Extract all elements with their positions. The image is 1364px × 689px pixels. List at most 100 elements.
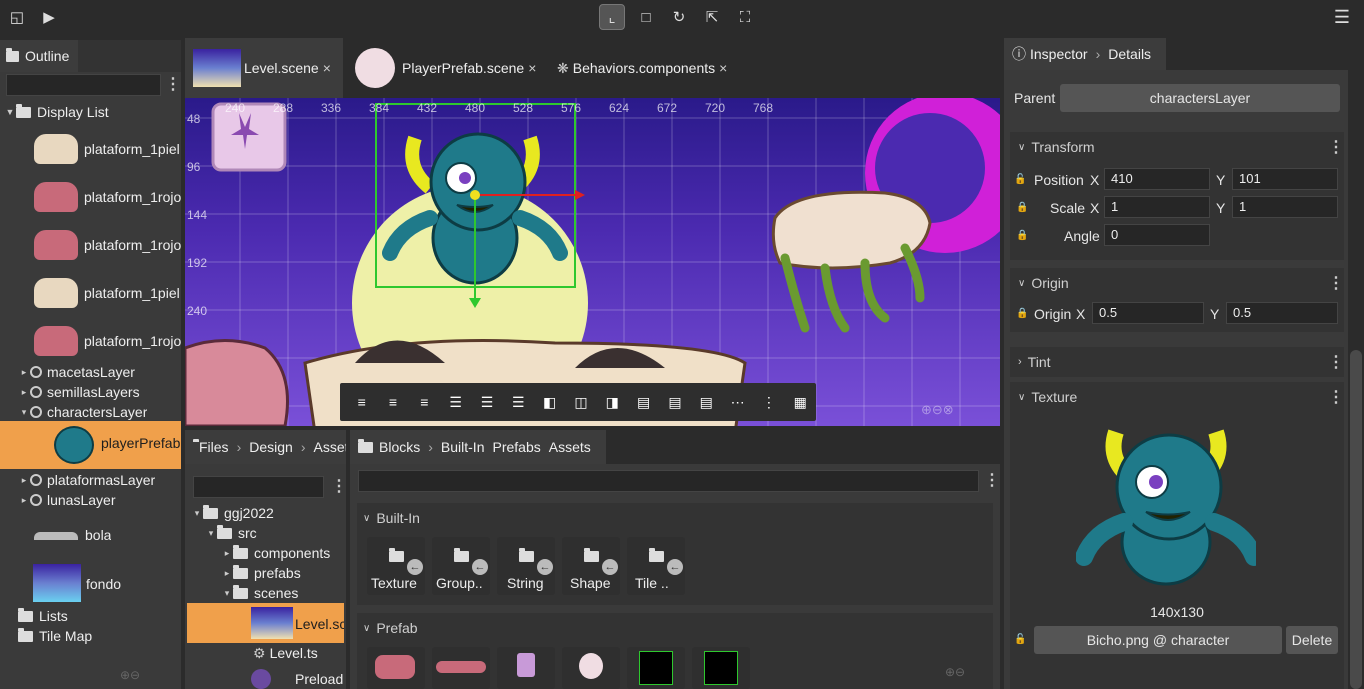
tab-player-prefab[interactable]: PlayerPrefab.scene × [355,38,541,98]
tree-row-project[interactable]: ▾ ggj2022 [191,503,274,523]
builtin-header[interactable]: ∨ Built-In [363,503,420,533]
tree-row-plataform-5[interactable]: plataform_1rojo [0,324,181,358]
expand-icon[interactable]: ▸ [18,387,30,398]
align-border-right-icon[interactable]: ◨ [597,387,628,417]
tree-row-tilemap[interactable]: Tile Map [18,626,92,646]
align-middle-icon[interactable]: ▤ [659,387,690,417]
align-center-icon[interactable]: ≡ [377,387,408,417]
align-top-icon[interactable]: ▤ [628,387,659,417]
blocks-breadcrumb[interactable]: Blocks › Built-In Prefabs Assets [350,430,606,464]
lock-icon[interactable]: 🔒 [1016,202,1028,213]
origin-menu-icon[interactable]: ⋮ [1328,273,1344,293]
transform-header[interactable]: ∨ Transform [1018,132,1095,162]
scale-x-input[interactable]: 1 [1104,196,1210,218]
zoom-icons[interactable]: ⊕⊖ [120,668,140,682]
expand-icon[interactable]: ▸ [221,548,233,559]
inspector-scrollbar[interactable] [1350,350,1362,689]
tree-row-scenes[interactable]: ▾ scenes [221,583,298,603]
lock-icon[interactable]: 🔒 [1016,230,1028,241]
expand-icon[interactable]: ▸ [18,495,30,506]
blocks-menu-icon[interactable]: ⋮ [984,470,1000,490]
files-breadcrumb[interactable]: Files›Design›Assets [185,430,346,464]
tree-row-macetas[interactable]: ▸ macetasLayer [18,362,135,382]
expand-icon[interactable]: ▸ [18,367,30,378]
scale-tool-icon[interactable]: ⇱ [699,4,725,30]
block-group[interactable]: ← Group.. [432,537,490,595]
tree-row-plataform-1[interactable]: plataform_1piel [0,132,180,166]
tree-row-characters[interactable]: ▾ charactersLayer [18,402,148,422]
texture-select-button[interactable]: Bicho.png @ character [1034,626,1282,654]
texture-menu-icon[interactable]: ⋮ [1328,387,1344,407]
close-icon[interactable]: × [323,60,331,76]
tree-row-lunas[interactable]: ▸ lunasLayer [18,490,116,510]
align-bottom-icon[interactable]: ▤ [691,387,722,417]
tree-row-plataform-4[interactable]: plataform_1piel [0,276,180,310]
parent-button[interactable]: charactersLayer [1060,84,1340,112]
tree-row-level-scene[interactable]: Level.scene [187,603,344,643]
align-border-center-icon[interactable]: ◫ [565,387,596,417]
block-tile[interactable]: ← Tile .. [627,537,685,595]
tab-outline[interactable]: Outline [0,40,78,72]
files-menu-icon[interactable]: ⋮ [331,476,347,496]
expand-icon[interactable]: ▸ [18,475,30,486]
prefab-plataform-long[interactable] [432,647,490,689]
tree-row-level-ts[interactable]: ⚙ Level.ts [253,643,318,663]
hamburger-icon[interactable]: ☰ [1329,4,1355,30]
files-search-input[interactable] [193,476,324,498]
collapse-icon[interactable]: ▾ [191,508,203,519]
collapse-icon[interactable]: ▾ [18,407,30,418]
tree-row-src[interactable]: ▾ src [205,523,257,543]
expand-icon[interactable]: ▸ [221,568,233,579]
tab-behaviors[interactable]: ❋ Behaviors.components × [557,38,737,98]
tree-row-preload[interactable]: Preload [251,668,343,689]
add-scene-icon[interactable]: ◱ [4,4,30,30]
column-layout-icon[interactable]: ⋮ [753,387,784,417]
grid-layout-icon[interactable]: ▦ [785,387,816,417]
collapse-icon[interactable]: ▾ [221,588,233,599]
close-icon[interactable]: × [528,60,536,76]
tree-row-display-list[interactable]: ▼ Display List [4,102,109,122]
angle-input[interactable]: 0 [1104,224,1210,246]
block-shape[interactable]: ← Shape [562,537,620,595]
rotate-tool-icon[interactable]: ↻ [666,4,692,30]
tree-row-plataformas[interactable]: ▸ plataformasLayer [18,470,155,490]
zoom-icons[interactable]: ⊕⊖ [945,665,965,679]
origin-y-input[interactable]: 0.5 [1226,302,1338,324]
tint-header[interactable]: › Tint [1018,347,1051,377]
resize-tool-icon[interactable]: □ [633,4,659,30]
tree-row-player-prefab[interactable]: playerPrefab [0,421,181,469]
play-icon[interactable]: ▶ [36,4,62,30]
distribute-left-icon[interactable]: ☰ [440,387,471,417]
block-texture[interactable]: ← Texture [367,537,425,595]
tree-row-prefabs[interactable]: ▸ prefabs [221,563,301,583]
row-layout-icon[interactable]: ⋯ [722,387,753,417]
tree-row-bola[interactable]: bola [0,520,111,550]
position-y-input[interactable]: 101 [1232,168,1338,190]
delete-button[interactable]: Delete [1286,626,1338,654]
origin-header[interactable]: ∨ Origin [1018,268,1069,298]
tree-row-semillas[interactable]: ▸ semillasLayers [18,382,140,402]
block-string[interactable]: ← String [497,537,555,595]
origin-x-input[interactable]: 0.5 [1092,302,1204,324]
transform-menu-icon[interactable]: ⋮ [1328,137,1344,157]
unlock-icon[interactable]: 🔓 [1014,174,1026,185]
lock-icon[interactable]: 🔒 [1016,308,1028,319]
distribute-right-icon[interactable]: ☰ [503,387,534,417]
collapse-icon[interactable]: ▾ [205,528,217,539]
prefab-plataform-rojo[interactable] [367,647,425,689]
prefab-empty-1[interactable] [627,647,685,689]
inspector-breadcrumb[interactable]: ⓘ Inspector › Details [1004,38,1166,70]
blocks-search-input[interactable] [358,470,979,492]
scale-y-input[interactable]: 1 [1232,196,1338,218]
distribute-center-icon[interactable]: ☰ [471,387,502,417]
outline-search-input[interactable] [6,74,161,96]
tree-row-plataform-3[interactable]: plataform_1rojo [0,228,181,262]
tree-row-components[interactable]: ▸ components [221,543,330,563]
align-left-icon[interactable]: ≡ [346,387,377,417]
texture-header[interactable]: ∨ Texture [1018,382,1077,412]
scene-canvas[interactable]: 240 288 336 384 432 480 528 576 624 672 720 768 48 9… [185,98,1000,426]
expand-icon[interactable]: ▼ [4,107,16,117]
tree-row-lists[interactable]: Lists [18,606,68,626]
zoom-icons[interactable]: ⊕⊖⊗ [921,402,954,418]
tree-row-plataform-2[interactable]: plataform_1rojo [0,180,181,214]
